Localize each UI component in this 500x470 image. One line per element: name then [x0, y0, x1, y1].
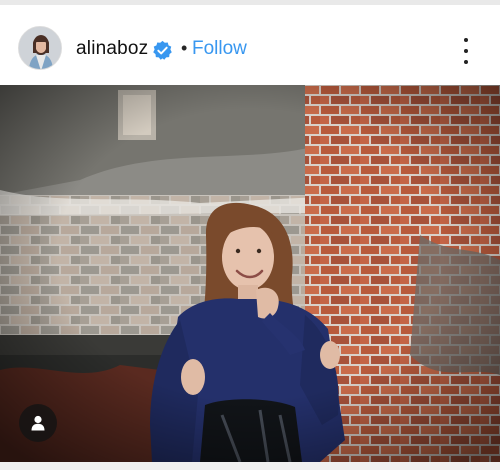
separator-dot: • [181, 38, 188, 58]
photo-illustration [0, 85, 500, 462]
profile-avatar[interactable] [18, 26, 62, 70]
user-tag-icon[interactable] [19, 404, 57, 442]
user-silhouette-icon [31, 415, 45, 431]
post-bottom-divider [0, 462, 500, 470]
username[interactable]: alinaboz [76, 38, 148, 60]
more-options-dot [464, 49, 468, 53]
more-options-icon[interactable] [456, 38, 476, 64]
more-options-dot [464, 38, 468, 42]
verified-badge-icon [153, 40, 172, 60]
follow-button[interactable]: Follow [192, 38, 247, 60]
avatar-image [19, 27, 61, 69]
post-header: alinaboz • Follow [0, 5, 500, 85]
post-photo[interactable] [0, 85, 500, 462]
more-options-dot [464, 60, 468, 64]
